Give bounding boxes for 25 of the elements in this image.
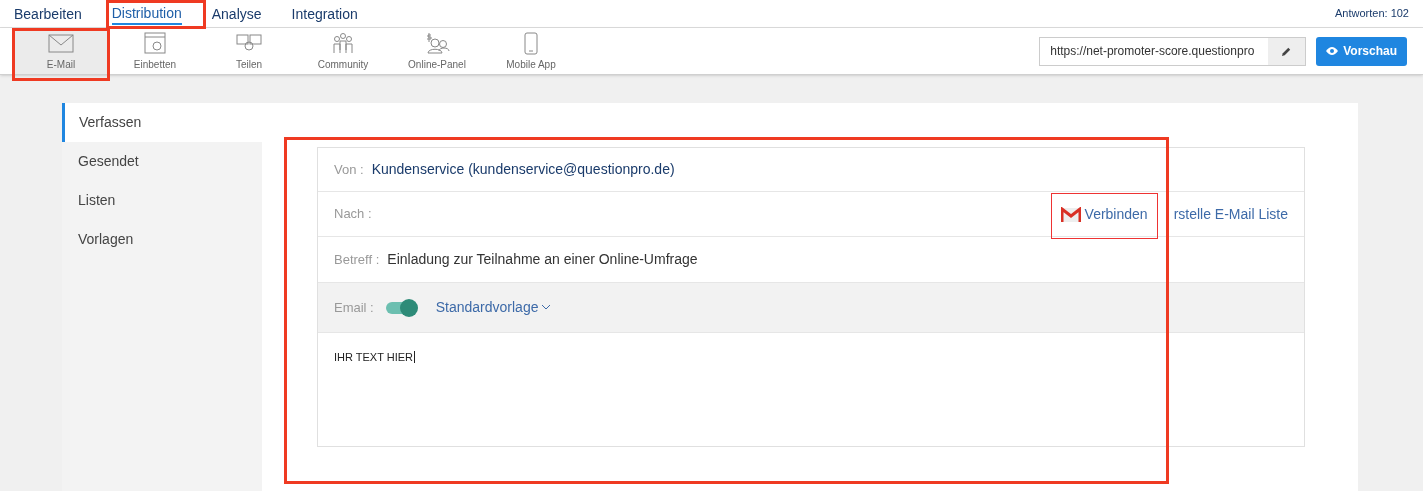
connect-button[interactable]: Verbinden <box>1060 203 1148 225</box>
toolbar-item[interactable]: Teilen <box>202 28 296 74</box>
toolbar-item[interactable]: Community <box>296 28 390 74</box>
nav-tab[interactable]: Integration <box>291 2 358 25</box>
field-label: Betreff : <box>334 250 380 269</box>
url-field[interactable]: https://net-promoter-score.questionpro <box>1039 36 1307 66</box>
preview-button[interactable]: Vorschau <box>1316 36 1407 66</box>
nav-tab[interactable]: Analyse <box>211 2 262 25</box>
toolbar-item[interactable]: Online-Panel <box>390 28 484 74</box>
sender-value: Kundenservice (kundenservice@questionpro.de) <box>371 160 675 179</box>
sidebar-item[interactable]: Vorlagen <box>62 220 262 259</box>
create-list-link[interactable]: rstelle E-Mail Liste <box>1173 203 1288 225</box>
subject-value: Einladung zur Teilnahme an einer Online-Umfrage <box>387 250 698 269</box>
message-body[interactable]: IHR TEXT HIER <box>334 351 416 363</box>
field-label: Nach : <box>334 205 372 224</box>
response-count: Antworten: 102 <box>1335 6 1409 22</box>
nav-tab[interactable]: Distribution <box>111 2 182 25</box>
toolbar-item[interactable]: Mobile App <box>484 28 578 74</box>
sidebar-item[interactable]: Listen <box>62 181 262 220</box>
sidebar-item[interactable]: Verfassen <box>62 103 262 142</box>
field-label: Email : <box>334 298 374 317</box>
nav-tab[interactable]: Bearbeiten <box>14 2 82 25</box>
field-label: Von : <box>334 160 364 179</box>
sidebar-item[interactable]: Gesendet <box>62 142 262 181</box>
template-dropdown[interactable]: Standardvorlage <box>435 297 551 318</box>
